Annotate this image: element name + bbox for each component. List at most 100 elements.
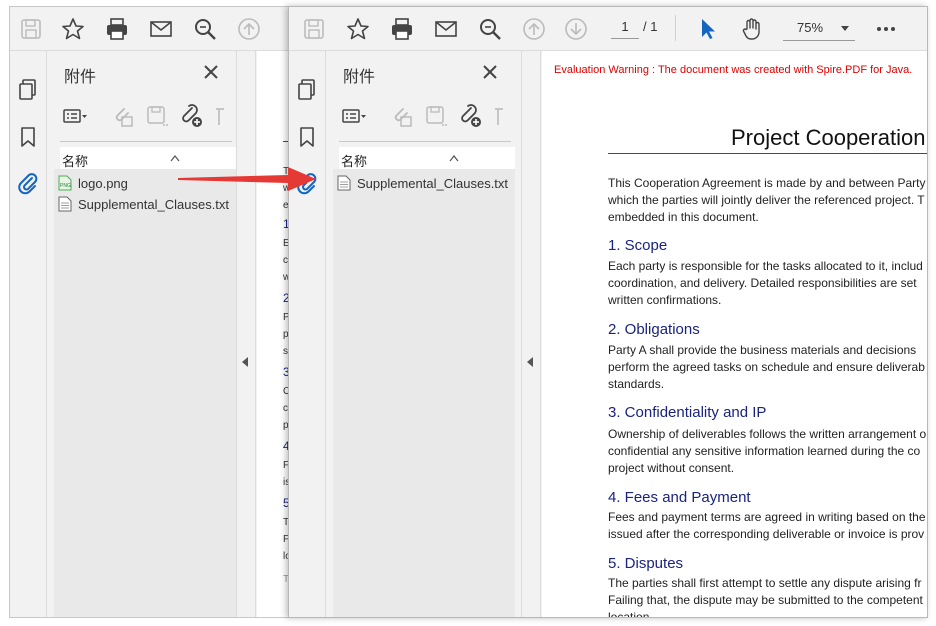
add-attachment-icon[interactable]: [178, 103, 204, 129]
more-icon[interactable]: [873, 16, 899, 42]
section-line: confidential any sensitive information l…: [608, 444, 921, 458]
zoom-select[interactable]: 75%: [783, 15, 855, 41]
text-file-icon: [337, 175, 351, 191]
save-icon[interactable]: [18, 16, 44, 42]
arrow-down-circle-icon[interactable]: [563, 16, 589, 42]
attachments-toolbar: [62, 101, 232, 131]
zoom-search-icon[interactable]: [192, 16, 218, 42]
panel-title: 附件: [343, 69, 376, 86]
delete-attachment-icon[interactable]: [491, 103, 517, 129]
intro-line: embedded in this document.: [608, 210, 759, 224]
file-name: Supplemental_Clauses.txt: [78, 196, 230, 212]
close-icon[interactable]: [202, 63, 220, 81]
section-line: standards.: [608, 377, 665, 391]
options-menu-icon[interactable]: [62, 103, 88, 129]
panel-title: 附件: [64, 69, 97, 86]
save-attachment-icon[interactable]: [144, 103, 170, 129]
pages-icon[interactable]: [16, 77, 40, 101]
section-heading: 1. Scope: [608, 237, 668, 254]
mail-icon[interactable]: [148, 16, 174, 42]
png-file-icon: PNG: [58, 175, 72, 191]
open-attachment-icon[interactable]: [110, 103, 136, 129]
section-line: coordination, and delivery. Detailed res…: [608, 276, 917, 290]
zoom-value: 75%: [797, 20, 824, 35]
file-name: logo.png: [78, 175, 128, 191]
file-name: Supplemental_Clauses.txt: [357, 175, 509, 191]
select-cursor-icon[interactable]: [695, 16, 721, 42]
document-title: Project Cooperation: [731, 125, 926, 150]
left-rail: [289, 51, 326, 617]
section-heading: 2. Obligations: [608, 321, 700, 338]
section-heading: 4. Fees and Payment: [608, 489, 751, 506]
zoom-search-icon[interactable]: [477, 16, 503, 42]
divider: [339, 141, 511, 142]
attachments-toolbar: [341, 101, 511, 131]
column-header-label: 名称: [341, 154, 368, 169]
intro-line: This Cooperation Agreement is made by an…: [608, 176, 926, 190]
attachments-panel: 附件 名称: [327, 51, 515, 617]
toolbar: [10, 7, 298, 51]
section-heading: 5. Disputes: [608, 555, 684, 572]
section-line: Fees and payment terms are agreed in wri…: [608, 510, 926, 524]
text-file-icon: [58, 196, 72, 212]
annotation-arrow-icon: [178, 167, 316, 191]
sort-ascending-icon: [449, 149, 459, 162]
arrow-up-circle-icon[interactable]: [236, 16, 262, 42]
toolbar-separator: [675, 15, 676, 41]
section-heading: 3. Confidentiality and IP: [608, 404, 767, 421]
save-attachment-icon[interactable]: [423, 103, 449, 129]
mail-icon[interactable]: [433, 16, 459, 42]
collapse-left-icon: [527, 357, 533, 367]
title-rule: [608, 153, 927, 154]
options-menu-icon[interactable]: [341, 103, 367, 129]
evaluation-warning: Evaluation Warning : The document was cr…: [554, 64, 913, 76]
sort-ascending-icon: [170, 149, 180, 162]
close-icon[interactable]: [481, 63, 499, 81]
print-icon[interactable]: [104, 16, 130, 42]
hand-pan-icon[interactable]: [739, 16, 765, 42]
add-attachment-icon[interactable]: [457, 103, 483, 129]
intro-line: which the parties will jointly deliver t…: [608, 193, 925, 207]
star-icon[interactable]: [60, 16, 86, 42]
pages-icon[interactable]: [295, 77, 319, 101]
section-line: perform the agreed tasks on schedule and…: [608, 360, 925, 374]
attachment-list: Supplemental_Clauses.txt: [333, 169, 515, 617]
section-line: Party A shall provide the business mater…: [608, 343, 917, 357]
section-line: location.: [608, 610, 653, 617]
list-item[interactable]: Supplemental_Clauses.txt: [337, 173, 508, 193]
list-item[interactable]: PNG logo.png: [58, 173, 128, 193]
arrow-up-circle-icon[interactable]: [521, 16, 547, 42]
svg-text:PNG: PNG: [60, 183, 71, 189]
page-total: / 1: [643, 19, 658, 34]
print-icon[interactable]: [389, 16, 415, 42]
column-header-label: 名称: [62, 154, 89, 169]
divider: [60, 141, 232, 142]
panel-collapse-handle[interactable]: [521, 51, 541, 617]
document-area: Evaluation Warning : The document was cr…: [542, 51, 927, 617]
star-icon[interactable]: [345, 16, 371, 42]
background-viewer-window: 附件 名称 PNG logo.png Supplemental_Clauses.…: [9, 6, 299, 618]
section-line: The parties shall first attempt to settl…: [608, 576, 922, 590]
list-item[interactable]: Supplemental_Clauses.txt: [58, 194, 229, 214]
panel-collapse-handle[interactable]: [236, 51, 256, 617]
left-rail: [10, 51, 47, 617]
bookmark-icon[interactable]: [295, 125, 319, 149]
section-line: Each party is responsible for the tasks …: [608, 259, 923, 273]
section-line: Ownership of deliverables follows the wr…: [608, 427, 927, 441]
column-header-name[interactable]: 名称: [339, 147, 515, 169]
collapse-left-icon: [242, 357, 248, 367]
attachment-list: PNG logo.png Supplemental_Clauses.txt: [54, 169, 236, 617]
save-icon[interactable]: [301, 16, 327, 42]
bookmark-icon[interactable]: [16, 125, 40, 149]
page-number-input[interactable]: 1: [611, 15, 639, 39]
section-line: issued after the corresponding deliverab…: [608, 527, 925, 541]
paperclip-icon[interactable]: [16, 171, 40, 195]
delete-attachment-icon[interactable]: [212, 103, 238, 129]
pdf-page: Evaluation Warning : The document was cr…: [542, 51, 927, 617]
open-attachment-icon[interactable]: [389, 103, 415, 129]
chevron-down-icon: [841, 26, 849, 31]
attachments-panel: 附件 名称: [48, 51, 236, 617]
toolbar: 1 / 1 75%: [289, 7, 927, 51]
section-line: project without consent.: [608, 461, 735, 475]
foreground-viewer-window: 1 / 1 75% 附件 名称 Supplemental_Clauses.txt…: [288, 6, 928, 618]
